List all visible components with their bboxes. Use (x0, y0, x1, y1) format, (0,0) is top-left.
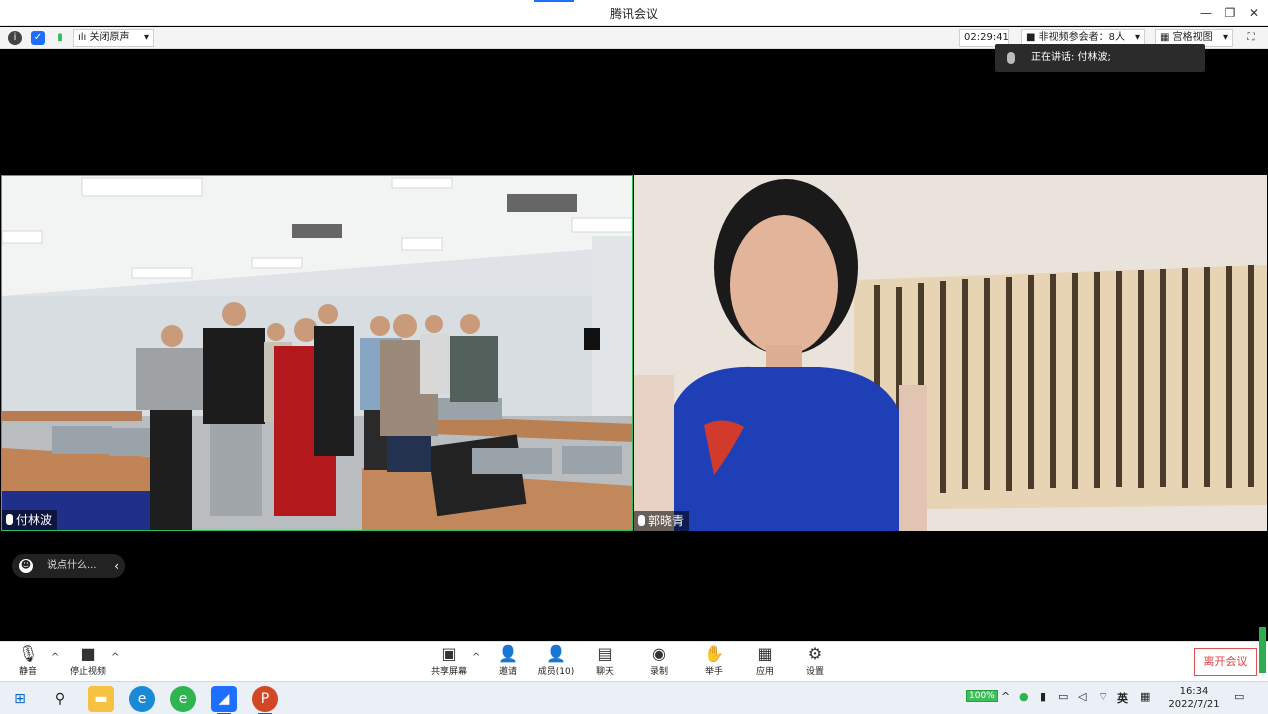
powerpoint-icon[interactable]: P (252, 686, 278, 714)
chat-button[interactable]: ▤ 聊天 (580, 644, 630, 680)
add-person-icon: 👤 (498, 644, 518, 663)
ie-browser-icon[interactable]: e (170, 686, 196, 712)
settings-button[interactable]: ⚙ 设置 (790, 644, 840, 680)
hand-icon: ✋ (704, 644, 724, 663)
chevron-down-icon: ▾ (143, 32, 149, 43)
video-tile-right[interactable]: 郭晓青 (634, 175, 1267, 531)
members-button[interactable]: 👤 成员(10) (531, 644, 581, 680)
chevron-down-icon: ▾ (1222, 32, 1228, 43)
wifi-icon[interactable]: ⌔ (1098, 690, 1108, 704)
speaker-icon[interactable]: ◁ (1078, 690, 1086, 703)
participant-name-tag: 郭晓青 (634, 511, 690, 531)
participant-name: 付林波 (16, 513, 53, 527)
apps-grid-icon: ▦ (757, 644, 773, 663)
mic-icon (1007, 52, 1015, 64)
video-tile-left[interactable]: 付林波 (1, 175, 633, 531)
non-video-label: 非视频参会者：8人 (1038, 32, 1126, 43)
emoji-icon[interactable]: ☻ (19, 559, 33, 573)
meeting-toolbar: 🎙 静音 ^ ■ 停止视频 ^ ▣ 共享屏幕 ^ 👤 邀请 👤 成员(10) ▤… (0, 641, 1268, 681)
search-icon[interactable]: ⚲ (47, 686, 73, 712)
audio-wave-icon: ılı (78, 32, 87, 43)
battery-icon[interactable]: ▭ (1058, 690, 1068, 703)
windows-start-icon[interactable]: ⊞ (7, 686, 33, 712)
grid-icon: ▦ (1160, 32, 1170, 43)
restore-button[interactable]: ❐ (1220, 3, 1240, 23)
quick-chat-input[interactable]: ☻ 说点什么... ‹ (12, 554, 125, 578)
members-icon: 👤 (546, 644, 566, 663)
gear-icon: ⚙ (807, 644, 823, 663)
microphone-icon: 🎙 (18, 644, 39, 663)
participant-name-tag: 付林波 (2, 510, 58, 530)
speaking-indicator: 正在讲话: 付林波; (995, 44, 1205, 72)
record-label: 录制 (649, 667, 668, 677)
system-clock[interactable]: 16:34 2022/7/21 (1166, 685, 1222, 711)
share-screen-icon: ▣ (441, 644, 457, 663)
camera-icon: ■ (1026, 32, 1036, 43)
title-accent (534, 0, 574, 2)
raise-hand-label: 举手 (704, 667, 723, 677)
view-mode-label: 宫格视图 (1172, 32, 1213, 43)
info-icon[interactable]: i (8, 31, 22, 45)
invite-button[interactable]: 👤 邀请 (483, 644, 533, 680)
fullscreen-icon[interactable]: ⛶ (1244, 31, 1258, 45)
original-sound-toggle[interactable]: ılı 关闭原声 ▾ (73, 29, 154, 47)
title-bar: 腾讯会议 — ❐ ✕ (0, 0, 1268, 26)
video-camera-icon: ■ (80, 644, 96, 663)
original-sound-label: 关闭原声 (89, 32, 130, 43)
chat-bubble-icon: ▤ (597, 644, 613, 663)
raise-hand-button[interactable]: ✋ 举手 (689, 644, 739, 680)
mic-icon (638, 515, 645, 526)
clock-time: 16:34 (1179, 686, 1209, 697)
invite-label: 邀请 (498, 667, 517, 677)
close-button[interactable]: ✕ (1244, 3, 1264, 23)
file-explorer-icon[interactable]: ▬ (88, 686, 114, 712)
record-icon: ◉ (652, 644, 666, 663)
chevron-up-icon[interactable]: ^ (1001, 690, 1010, 703)
notification-icon[interactable]: ▭ (1234, 690, 1244, 703)
chat-label: 聊天 (595, 667, 614, 677)
share-screen-label: 共享屏幕 (430, 667, 467, 677)
meeting-window: 腾讯会议 — ❐ ✕ i ✓ ▮ ılı 关闭原声 ▾ 02:29:41 ■ 非… (0, 0, 1268, 714)
mute-label: 静音 (18, 667, 37, 677)
chevron-up-icon[interactable]: ^ (111, 652, 119, 663)
share-screen-button[interactable]: ▣ 共享屏幕 (424, 644, 474, 680)
tencent-meeting-icon[interactable]: ◢ (211, 686, 237, 714)
group-video-feed (2, 176, 632, 530)
record-button[interactable]: ◉ 录制 (634, 644, 684, 680)
stop-video-button[interactable]: ■ 停止视频 (63, 644, 113, 680)
app-tray-icon[interactable]: ● (1019, 690, 1029, 703)
shield-icon[interactable]: ✓ (31, 31, 45, 45)
battery-percent: 100% (966, 690, 998, 702)
mic-icon (6, 514, 13, 525)
microphone-tray-icon[interactable]: ▮ (1040, 690, 1046, 703)
speaker-video-feed (634, 175, 1267, 531)
edge-browser-icon[interactable]: e (129, 686, 155, 712)
chevron-left-icon[interactable]: ‹ (114, 554, 119, 578)
leave-meeting-button[interactable]: 离开会议 (1194, 648, 1257, 676)
keyboard-icon[interactable]: ▦ (1140, 690, 1150, 703)
stop-video-label: 停止视频 (69, 667, 106, 677)
speaking-label: 正在讲话: 付林波; (1031, 52, 1111, 63)
apps-button[interactable]: ▦ 应用 (740, 644, 790, 680)
participant-name: 郭晓青 (648, 514, 685, 528)
volume-indicator (1259, 627, 1266, 673)
window-title: 腾讯会议 (609, 7, 658, 21)
settings-label: 设置 (805, 667, 824, 677)
chevron-up-icon[interactable]: ^ (472, 652, 480, 663)
minimize-button[interactable]: — (1196, 3, 1216, 23)
quick-chat-placeholder: 说点什么... (47, 560, 97, 571)
apps-label: 应用 (755, 667, 774, 677)
clock-date: 2022/7/21 (1168, 699, 1220, 710)
os-taskbar: ⊞ ⚲ ▬ e e ◢ P 100% ^ ● ▮ ▭ ◁ ⌔ 英 ▦ 16:34… (0, 681, 1268, 714)
members-label: 成员(10) (537, 667, 575, 677)
chevron-up-icon[interactable]: ^ (51, 652, 59, 663)
mute-button[interactable]: 🎙 静音 (3, 644, 53, 680)
ime-indicator[interactable]: 英 (1117, 690, 1128, 706)
signal-icon[interactable]: ▮ (53, 31, 67, 45)
